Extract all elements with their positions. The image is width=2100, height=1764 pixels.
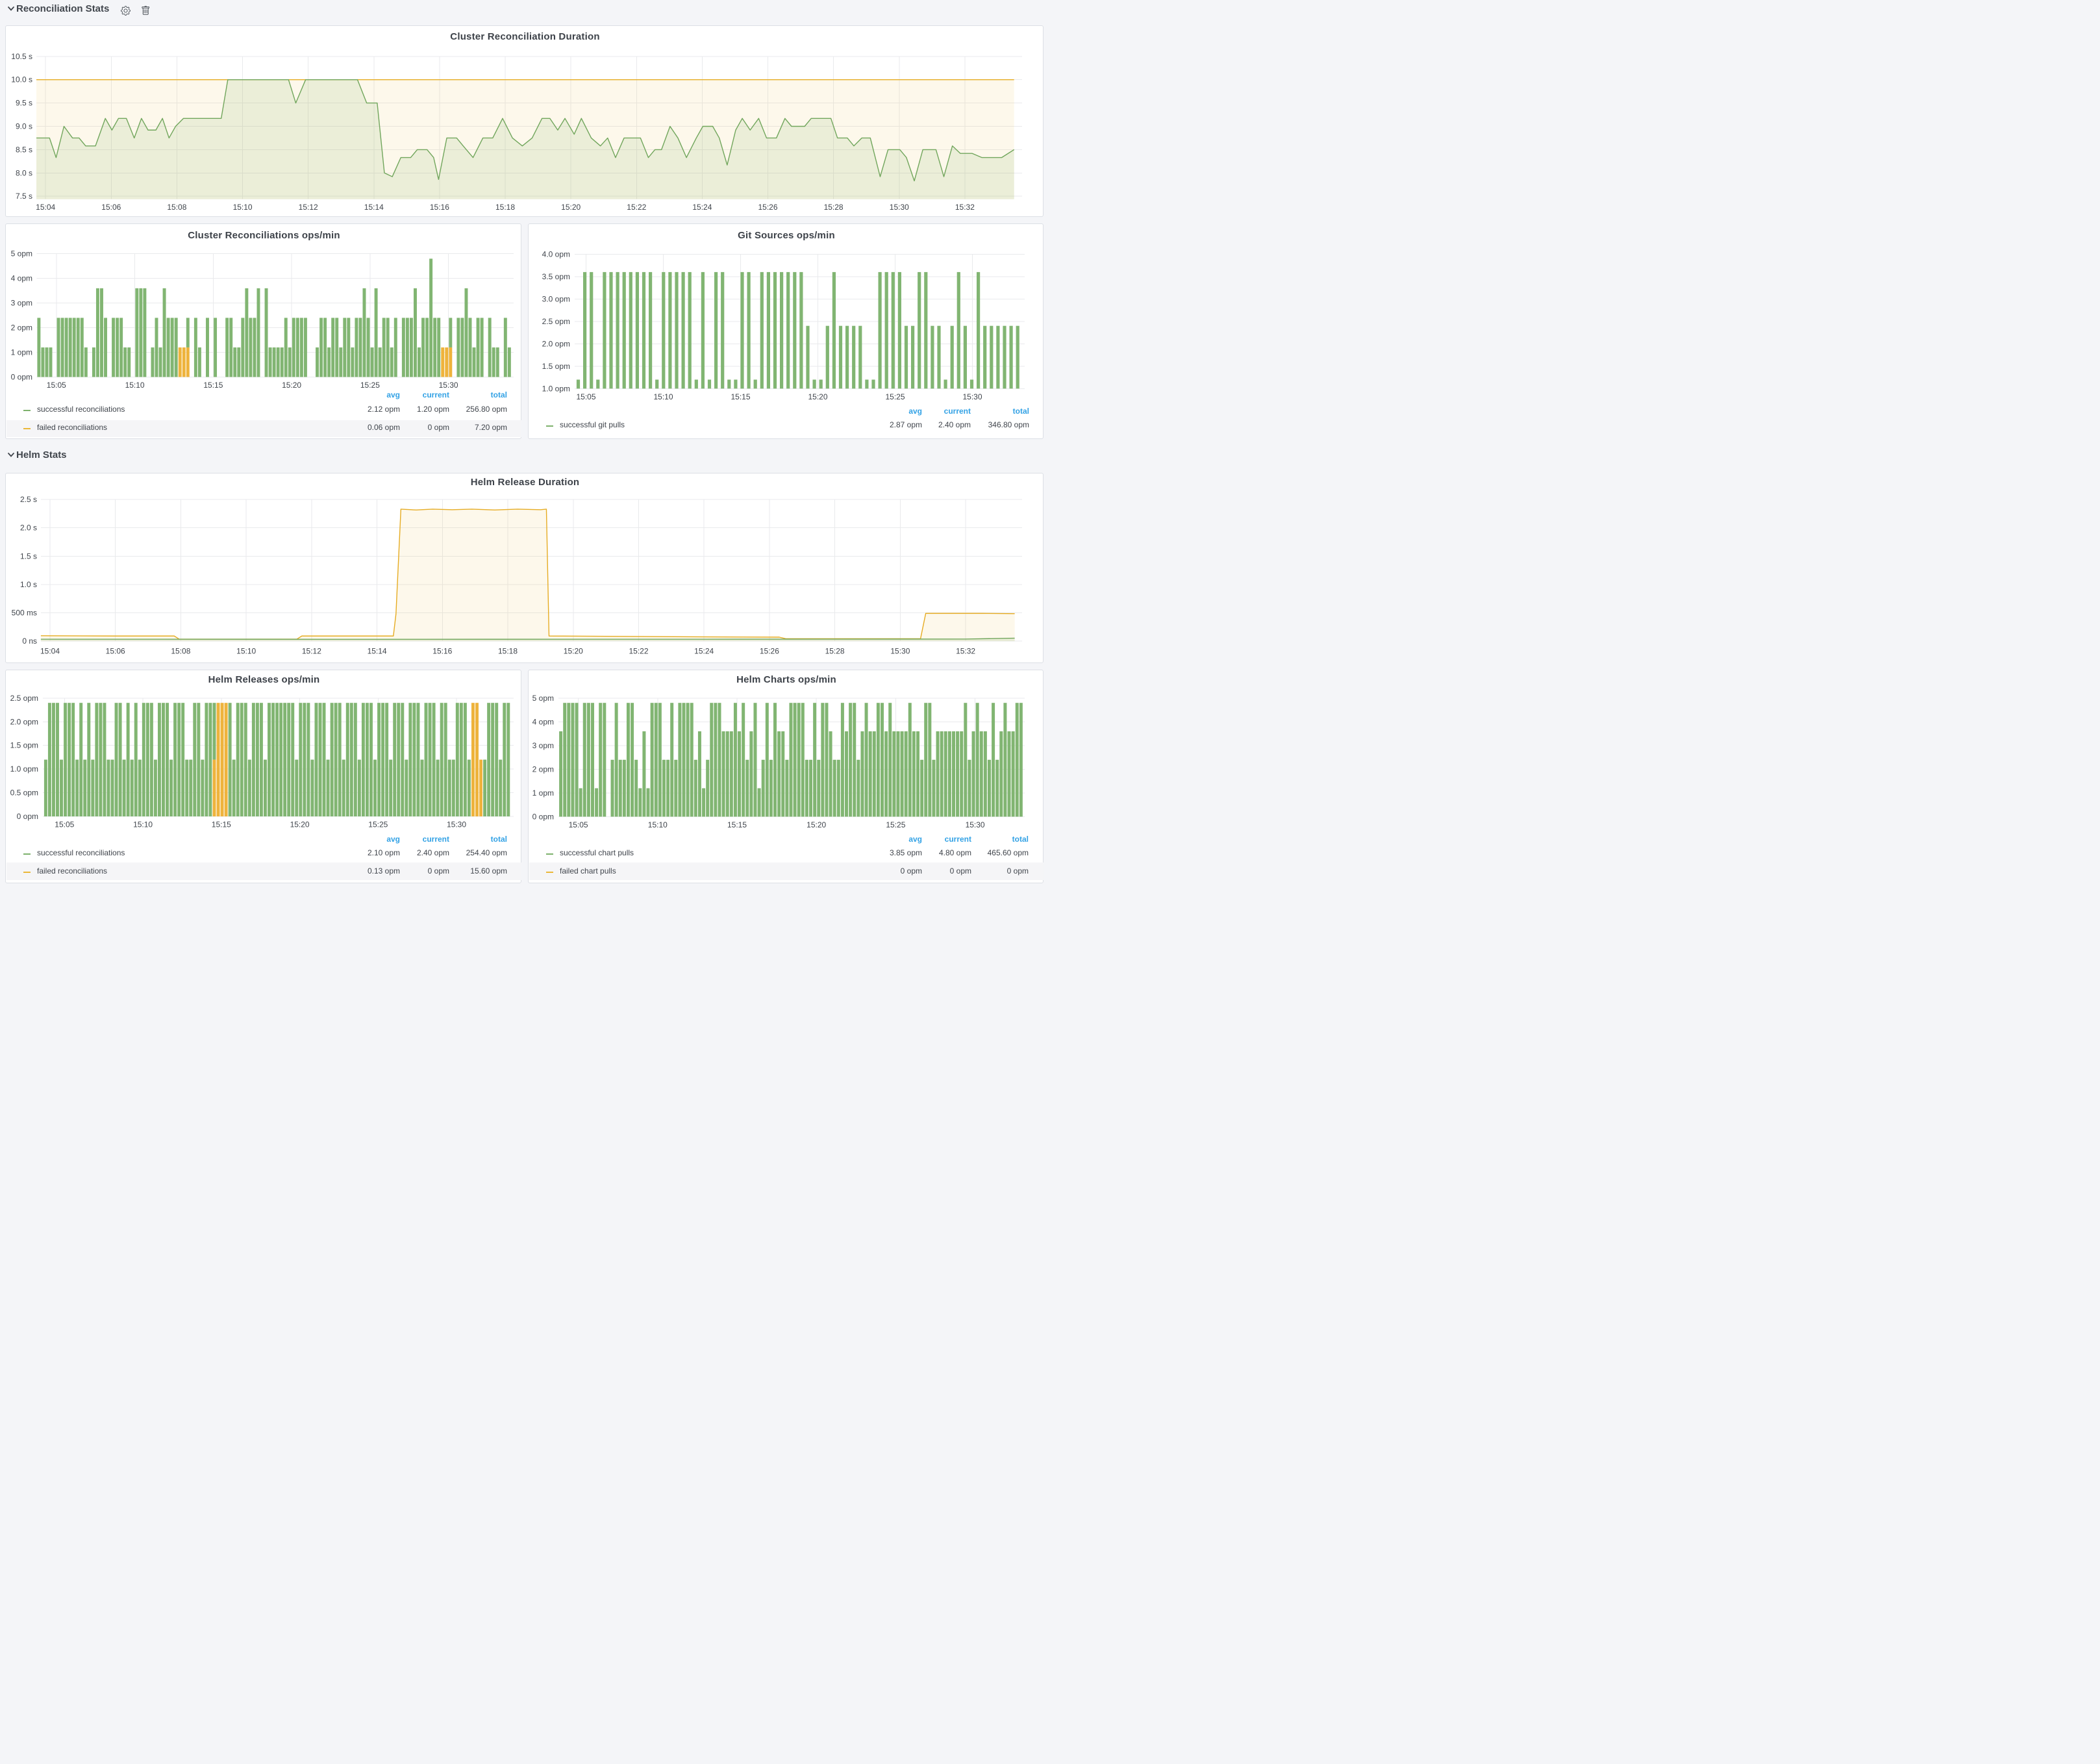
svg-text:15:28: 15:28 xyxy=(824,203,844,212)
svg-text:15:05: 15:05 xyxy=(576,392,595,401)
svg-text:0 opm: 0 opm xyxy=(11,372,32,381)
svg-text:1.5 s: 1.5 s xyxy=(20,551,37,561)
svg-text:15:04: 15:04 xyxy=(40,646,60,655)
svg-text:15:30: 15:30 xyxy=(890,203,909,212)
svg-text:15:15: 15:15 xyxy=(727,820,747,829)
svg-text:0.5 opm: 0.5 opm xyxy=(10,788,38,797)
svg-text:10.0 s: 10.0 s xyxy=(11,75,32,84)
svg-text:15:20: 15:20 xyxy=(808,392,827,401)
svg-text:15:26: 15:26 xyxy=(760,646,779,655)
svg-text:8.0 s: 8.0 s xyxy=(16,168,32,177)
svg-text:15:10: 15:10 xyxy=(648,820,668,829)
svg-text:15:30: 15:30 xyxy=(962,392,982,401)
svg-text:15:05: 15:05 xyxy=(47,380,66,389)
svg-text:0 ns: 0 ns xyxy=(22,636,37,646)
svg-text:15:05: 15:05 xyxy=(569,820,588,829)
svg-text:15:06: 15:06 xyxy=(106,646,125,655)
svg-text:2.0 opm: 2.0 opm xyxy=(10,717,38,726)
svg-text:15:10: 15:10 xyxy=(125,380,145,389)
svg-text:15:28: 15:28 xyxy=(825,646,845,655)
svg-text:1 opm: 1 opm xyxy=(11,347,32,357)
svg-text:15:25: 15:25 xyxy=(368,820,388,829)
svg-text:15:08: 15:08 xyxy=(167,203,186,212)
svg-text:15:32: 15:32 xyxy=(956,646,975,655)
svg-text:15:10: 15:10 xyxy=(653,392,673,401)
svg-text:3.0 opm: 3.0 opm xyxy=(542,294,570,303)
svg-text:15:12: 15:12 xyxy=(299,203,318,212)
svg-text:2.0 opm: 2.0 opm xyxy=(542,339,570,348)
svg-text:15:15: 15:15 xyxy=(731,392,750,401)
svg-text:7.5 s: 7.5 s xyxy=(16,192,32,201)
svg-text:15:16: 15:16 xyxy=(430,203,449,212)
svg-text:1.0 opm: 1.0 opm xyxy=(10,764,38,774)
svg-text:2.5 s: 2.5 s xyxy=(20,495,37,504)
svg-text:2.5 opm: 2.5 opm xyxy=(10,693,38,702)
svg-text:15:20: 15:20 xyxy=(806,820,826,829)
svg-text:15:32: 15:32 xyxy=(955,203,975,212)
svg-text:9.5 s: 9.5 s xyxy=(16,99,32,108)
svg-text:15:22: 15:22 xyxy=(627,203,646,212)
svg-text:2.5 opm: 2.5 opm xyxy=(542,316,570,325)
svg-text:1 opm: 1 opm xyxy=(532,788,554,797)
svg-text:15:18: 15:18 xyxy=(498,646,518,655)
svg-text:1.5 opm: 1.5 opm xyxy=(10,740,38,750)
svg-text:5 opm: 5 opm xyxy=(11,249,32,258)
svg-text:15:06: 15:06 xyxy=(101,203,121,212)
svg-text:4 opm: 4 opm xyxy=(532,717,554,726)
svg-text:15:05: 15:05 xyxy=(55,820,74,829)
svg-text:15:04: 15:04 xyxy=(36,203,55,212)
svg-text:2 opm: 2 opm xyxy=(532,764,554,774)
svg-text:15:26: 15:26 xyxy=(758,203,777,212)
svg-text:1.5 opm: 1.5 opm xyxy=(542,361,570,370)
svg-text:15:20: 15:20 xyxy=(561,203,581,212)
svg-text:15:30: 15:30 xyxy=(966,820,985,829)
svg-text:15:25: 15:25 xyxy=(360,380,380,389)
svg-text:15:12: 15:12 xyxy=(302,646,321,655)
svg-text:0 opm: 0 opm xyxy=(532,812,554,821)
svg-text:15:25: 15:25 xyxy=(885,392,905,401)
svg-text:15:08: 15:08 xyxy=(171,646,190,655)
svg-text:15:14: 15:14 xyxy=(368,646,387,655)
svg-text:15:10: 15:10 xyxy=(236,646,256,655)
svg-text:9.0 s: 9.0 s xyxy=(16,122,32,131)
svg-text:15:20: 15:20 xyxy=(290,820,310,829)
svg-text:15:15: 15:15 xyxy=(212,820,231,829)
svg-text:4 opm: 4 opm xyxy=(11,273,32,283)
svg-text:15:16: 15:16 xyxy=(432,646,452,655)
svg-text:1.0 opm: 1.0 opm xyxy=(542,384,570,393)
svg-text:15:14: 15:14 xyxy=(364,203,384,212)
svg-text:3.5 opm: 3.5 opm xyxy=(542,271,570,281)
svg-text:15:20: 15:20 xyxy=(564,646,583,655)
svg-text:15:10: 15:10 xyxy=(233,203,253,212)
svg-text:15:20: 15:20 xyxy=(282,380,301,389)
svg-text:15:24: 15:24 xyxy=(692,203,712,212)
svg-text:2.0 s: 2.0 s xyxy=(20,523,37,532)
svg-text:8.5 s: 8.5 s xyxy=(16,145,32,154)
svg-text:10.5 s: 10.5 s xyxy=(11,52,32,61)
svg-text:1.0 s: 1.0 s xyxy=(20,579,37,588)
svg-text:500 ms: 500 ms xyxy=(12,608,37,617)
svg-text:5 opm: 5 opm xyxy=(532,693,554,702)
svg-text:0 opm: 0 opm xyxy=(17,812,38,821)
svg-text:15:30: 15:30 xyxy=(890,646,910,655)
svg-text:2 opm: 2 opm xyxy=(11,323,32,332)
svg-text:15:25: 15:25 xyxy=(886,820,905,829)
svg-text:15:22: 15:22 xyxy=(629,646,648,655)
svg-text:3 opm: 3 opm xyxy=(532,740,554,750)
svg-text:15:30: 15:30 xyxy=(447,820,466,829)
svg-text:4.0 opm: 4.0 opm xyxy=(542,249,570,258)
svg-text:15:10: 15:10 xyxy=(133,820,153,829)
svg-text:15:30: 15:30 xyxy=(439,380,458,389)
svg-text:15:24: 15:24 xyxy=(694,646,714,655)
svg-text:15:18: 15:18 xyxy=(495,203,515,212)
svg-text:15:15: 15:15 xyxy=(203,380,223,389)
svg-text:3 opm: 3 opm xyxy=(11,298,32,307)
